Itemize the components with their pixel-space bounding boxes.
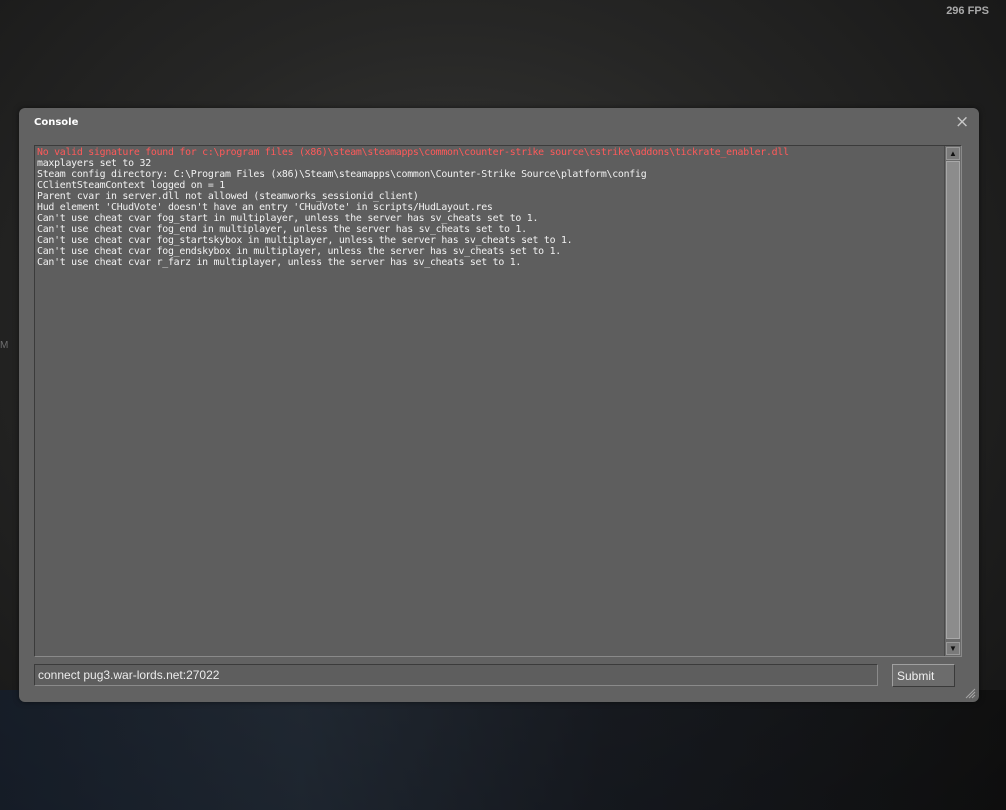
command-input[interactable] xyxy=(34,664,878,686)
log-line: Can't use cheat cvar r_farz in multiplay… xyxy=(37,257,522,268)
close-button[interactable]: × xyxy=(955,112,970,132)
background-hud-glyph: M xyxy=(0,340,9,351)
console-window: Console × No valid signature found for c… xyxy=(19,108,979,702)
console-log-lines: No valid signature found for c:\program … xyxy=(37,147,941,268)
log-line: Can't use cheat cvar fog_end in multipla… xyxy=(37,224,527,235)
log-line: Parent cvar in server.dll not allowed (s… xyxy=(37,191,419,202)
log-scrollbar[interactable]: ▲ ▼ xyxy=(944,146,961,656)
fps-counter: 296 FPS xyxy=(946,5,989,17)
game-background xyxy=(0,690,1006,810)
arrow-down-icon: ▼ xyxy=(949,644,957,653)
resize-grip-icon[interactable] xyxy=(964,687,976,699)
scroll-down-button[interactable]: ▼ xyxy=(946,642,960,655)
close-icon: × xyxy=(955,112,970,132)
log-line: Hud element 'CHudVote' doesn't have an e… xyxy=(37,202,493,213)
scroll-up-button[interactable]: ▲ xyxy=(946,147,960,160)
log-line: Can't use cheat cvar fog_start in multip… xyxy=(37,213,539,224)
submit-button[interactable]: Submit xyxy=(892,664,955,687)
log-line: Can't use cheat cvar fog_startskybox in … xyxy=(37,235,573,246)
log-line-error: No valid signature found for c:\program … xyxy=(37,147,789,158)
scroll-thumb[interactable] xyxy=(946,161,960,639)
log-line: Steam config directory: C:\Program Files… xyxy=(37,169,647,180)
arrow-up-icon: ▲ xyxy=(949,149,957,158)
log-line: maxplayers set to 32 xyxy=(37,158,151,169)
log-line: Can't use cheat cvar fog_endskybox in mu… xyxy=(37,246,561,257)
log-line: CClientSteamContext logged on = 1 xyxy=(37,180,225,191)
console-title: Console xyxy=(34,117,79,128)
console-log[interactable]: No valid signature found for c:\program … xyxy=(34,145,962,657)
